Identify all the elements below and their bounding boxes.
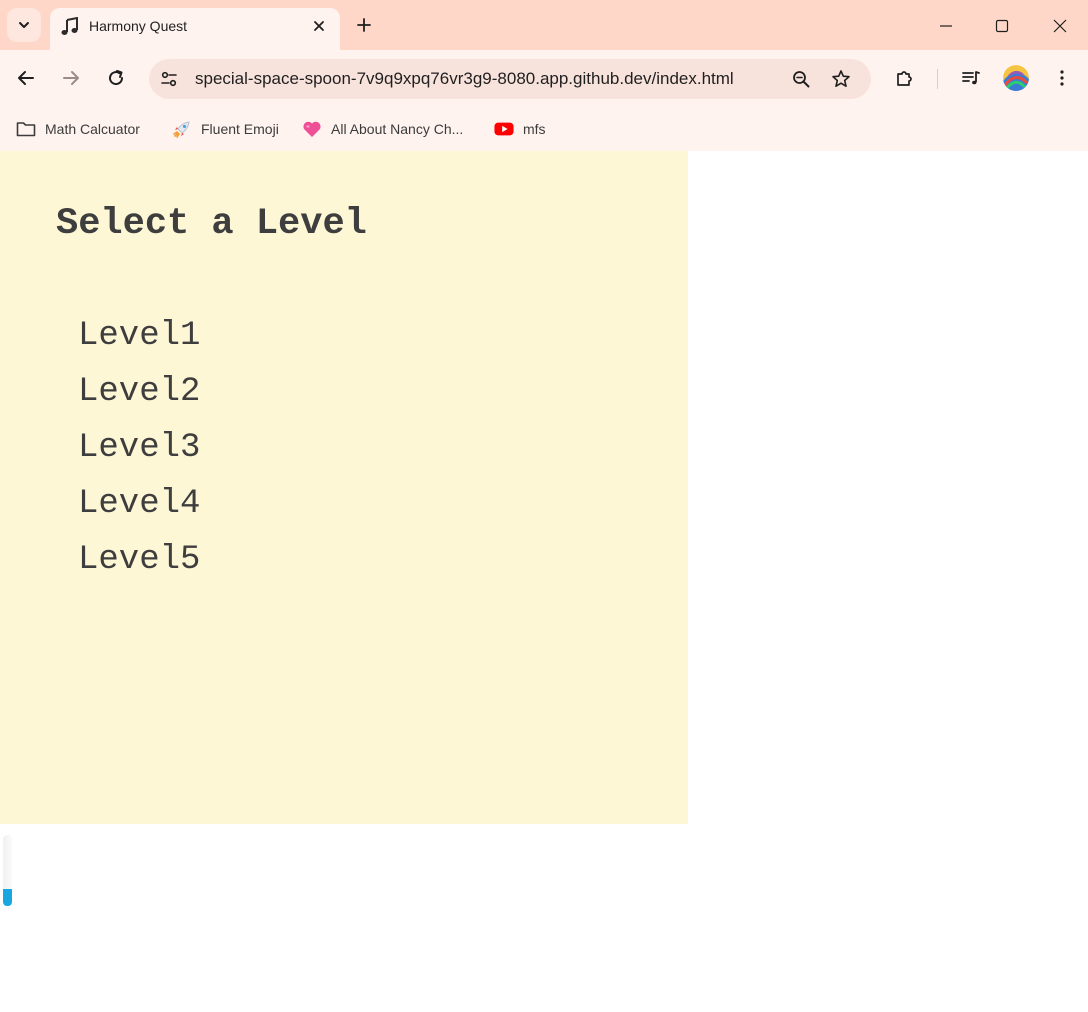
youtube-icon [494, 119, 514, 139]
tab-search-button[interactable] [7, 8, 41, 42]
minimize-icon [940, 25, 952, 27]
page-title: Select a Level [56, 203, 367, 245]
bookmark-star-button[interactable] [827, 65, 855, 93]
browser-menu-button[interactable] [1045, 61, 1079, 95]
heart-icon [302, 119, 322, 139]
maximize-button[interactable] [984, 8, 1020, 44]
puzzle-icon [897, 71, 912, 86]
bookmark-label: Math Calcuator [45, 121, 140, 137]
address-bar[interactable]: special-space-spoon-7v9q9xpq76vr3g9-8080… [149, 59, 871, 99]
music-note-icon [61, 17, 78, 35]
browser-titlebar: Harmony Quest [0, 0, 1088, 50]
bookmark-all-about-nancy[interactable]: All About Nancy Ch... [302, 116, 463, 142]
forward-button[interactable] [54, 61, 88, 95]
tab-close-button[interactable] [309, 16, 329, 36]
page-viewport: Select a Level Level1 Level2 Level3 Leve… [0, 151, 1088, 1012]
bookmark-fluent-emoji[interactable]: Fluent Emoji [172, 116, 279, 142]
bookmark-label: mfs [523, 121, 546, 137]
level-option-5[interactable]: Level5 [78, 539, 200, 595]
tune-icon [161, 71, 177, 87]
url-text[interactable]: special-space-spoon-7v9q9xpq76vr3g9-8080… [195, 69, 734, 89]
plus-icon [357, 18, 371, 32]
folder-icon [16, 119, 36, 139]
close-window-button[interactable] [1042, 8, 1078, 44]
close-icon [1053, 19, 1067, 33]
media-controls-button[interactable] [954, 61, 988, 95]
zoom-button[interactable] [787, 65, 815, 93]
star-icon [832, 70, 850, 87]
tab-title: Harmony Quest [89, 18, 188, 34]
bookmark-label: All About Nancy Ch... [331, 121, 464, 137]
level-option-3[interactable]: Level3 [78, 427, 200, 483]
level-option-1[interactable]: Level1 [78, 315, 200, 371]
reload-button[interactable] [99, 61, 133, 95]
back-button[interactable] [9, 61, 43, 95]
site-info-button[interactable] [155, 65, 183, 93]
reload-icon [109, 70, 124, 86]
toolbar-divider [937, 69, 938, 89]
arrow-right-icon [63, 71, 79, 85]
zoom-out-icon [793, 71, 810, 88]
avatar-image [1003, 65, 1029, 91]
profile-avatar[interactable] [1003, 65, 1029, 91]
rocket-icon [172, 119, 192, 139]
extensions-button[interactable] [888, 61, 922, 95]
bookmark-label: Fluent Emoji [201, 121, 279, 137]
new-tab-button[interactable] [350, 11, 378, 39]
playlist-music-icon [962, 71, 980, 85]
level-option-2[interactable]: Level2 [78, 371, 200, 427]
browser-toolbar: special-space-spoon-7v9q9xpq76vr3g9-8080… [0, 50, 1088, 108]
browser-tab[interactable]: Harmony Quest [50, 8, 340, 50]
level-list: Level1 Level2 Level3 Level4 Level5 [78, 315, 200, 595]
close-icon [314, 21, 324, 31]
minimize-button[interactable] [928, 8, 964, 44]
chevron-down-icon [19, 22, 29, 28]
bookmark-mfs[interactable]: mfs [494, 116, 546, 142]
more-vertical-icon [1060, 70, 1064, 86]
bookmarks-bar: Math Calcuator Fluent Emoji All About Na… [0, 108, 1088, 151]
scrollbar-thumb[interactable] [3, 889, 12, 906]
level-select-panel: Select a Level Level1 Level2 Level3 Leve… [0, 151, 688, 824]
bookmark-math-calculator[interactable]: Math Calcuator [16, 116, 140, 142]
maximize-icon [995, 19, 1009, 33]
level-option-4[interactable]: Level4 [78, 483, 200, 539]
arrow-left-icon [18, 71, 34, 85]
